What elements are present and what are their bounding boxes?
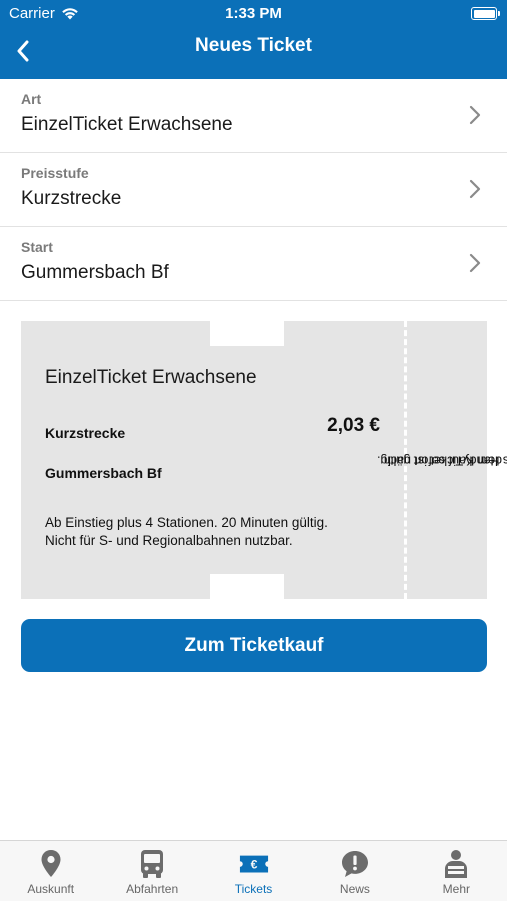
tab-news[interactable]: News <box>304 841 405 901</box>
ticket-preview: EinzelTicket Erwachsene Kurzstrecke 2,03… <box>21 320 507 600</box>
row-label: Preisstufe <box>21 165 89 181</box>
ticket-title: EinzelTicket Erwachsene <box>45 367 257 388</box>
row-art[interactable]: Art EinzelTicket Erwachsene <box>0 79 507 153</box>
page-title: Neues Ticket <box>195 35 312 56</box>
row-label: Art <box>21 91 42 107</box>
navigation-bar: Carrier 1:33 PM Neues Ticket <box>0 0 507 79</box>
location-pin-icon <box>41 850 61 877</box>
row-start[interactable]: Start Gummersbach Bf <box>0 227 507 301</box>
row-value: EinzelTicket Erwachsene <box>21 114 233 135</box>
side-note-line: dem Kauf sofort gültig. <box>376 453 502 468</box>
news-bubble-icon <box>341 851 368 877</box>
person-icon <box>445 850 468 878</box>
chevron-right-icon <box>469 105 481 125</box>
row-label: Start <box>21 239 53 255</box>
bus-icon <box>141 850 164 878</box>
ticket-price-level: Kurzstrecke <box>45 425 126 441</box>
tab-abfahrten[interactable]: Abfahrten <box>101 841 202 901</box>
chevron-right-icon <box>469 179 481 199</box>
row-value: Kurzstrecke <box>21 188 122 209</box>
row-preisstufe[interactable]: Preisstufe Kurzstrecke <box>0 153 507 227</box>
status-time: 1:33 PM <box>225 5 282 22</box>
tab-bar: Auskunft Abfahrten € Tickets News Mehr <box>0 840 507 901</box>
ticket-info: Ab Einstieg plus 4 Stationen. 20 Minuten… <box>45 514 385 550</box>
tab-label: Abfahrten <box>126 882 179 896</box>
tab-label: Tickets <box>234 882 273 896</box>
ticket-info-line: Ab Einstieg plus 4 Stationen. 20 Minuten… <box>45 515 328 530</box>
ticket-notch-bottom <box>210 574 284 600</box>
tab-auskunft[interactable]: Auskunft <box>0 841 101 901</box>
buy-ticket-button[interactable]: Zum Ticketkauf <box>21 619 487 672</box>
svg-text:€: € <box>250 858 257 872</box>
tab-tickets[interactable]: € Tickets <box>203 841 304 901</box>
euro-ticket-icon: € <box>239 855 268 873</box>
tab-label: Mehr <box>442 882 470 896</box>
chevron-right-icon <box>469 253 481 273</box>
ticket-side-note: Das HandyTicket ist nach dem Kauf sofort… <box>376 321 507 599</box>
battery-icon <box>471 7 500 20</box>
tab-label: News <box>339 882 370 896</box>
ticket-price: 2,03 € <box>327 415 380 436</box>
ticket-start: Gummersbach Bf <box>45 465 162 481</box>
ticket-info-line: Nicht für S- und Regionalbahnen nutzbar. <box>45 533 293 548</box>
tab-mehr[interactable]: Mehr <box>406 841 507 901</box>
row-value: Gummersbach Bf <box>21 262 169 283</box>
ticket-notch-top <box>210 320 284 346</box>
tab-label: Auskunft <box>27 882 75 896</box>
